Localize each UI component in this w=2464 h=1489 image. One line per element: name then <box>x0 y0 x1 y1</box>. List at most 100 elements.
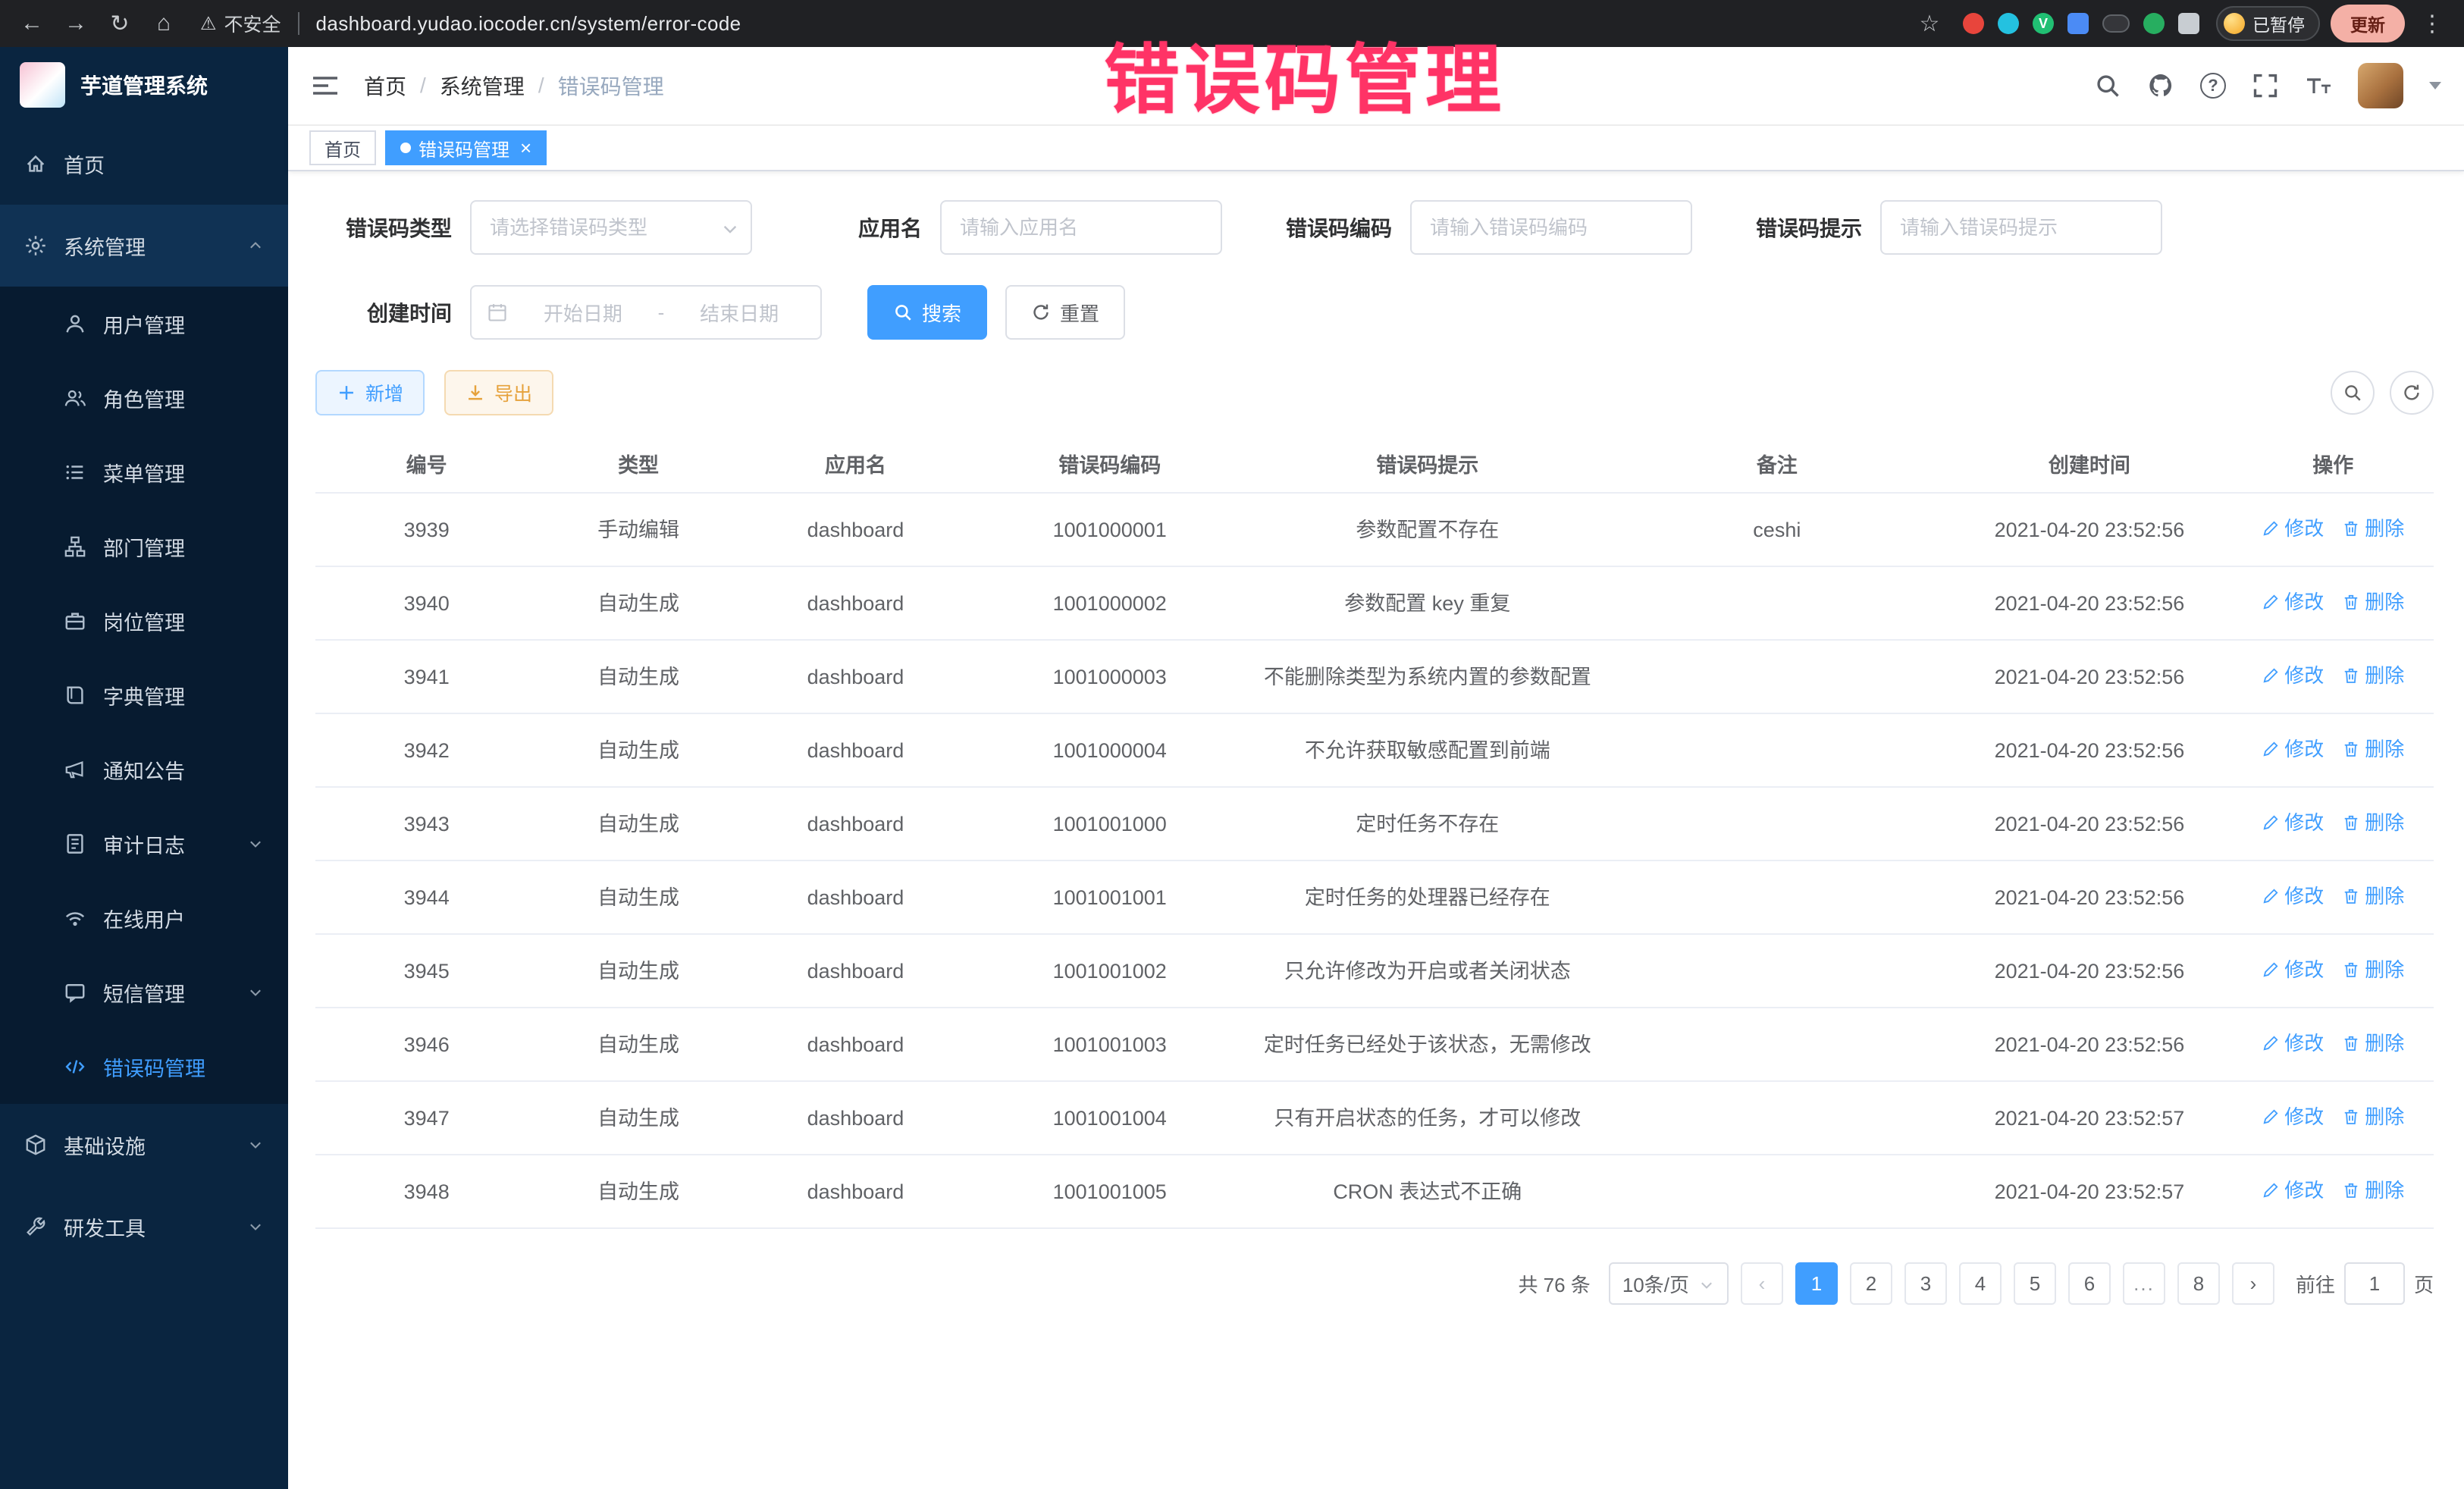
date-range-picker[interactable]: 开始日期 - 结束日期 <box>470 285 822 340</box>
delete-link[interactable]: 删除 <box>2342 660 2404 691</box>
sidebar-item-错误码管理[interactable]: 错误码管理 <box>0 1030 288 1104</box>
delete-link[interactable]: 删除 <box>2342 807 2404 838</box>
sidebar-item-角色管理[interactable]: 角色管理 <box>0 361 288 435</box>
page-button-4[interactable]: 4 <box>1959 1262 2002 1305</box>
reload-icon[interactable]: ↻ <box>103 7 136 40</box>
search-icon[interactable] <box>2094 72 2121 99</box>
github-icon[interactable] <box>2147 72 2174 99</box>
toggle-search-button[interactable] <box>2331 371 2375 415</box>
delete-link[interactable]: 删除 <box>2342 955 2404 985</box>
cell-actions: 修改删除 <box>2233 493 2434 566</box>
page-button-5[interactable]: 5 <box>2014 1262 2056 1305</box>
security-indicator[interactable]: ⚠ 不安全 <box>200 10 281 37</box>
page-button-2[interactable]: 2 <box>1850 1262 1892 1305</box>
delete-link[interactable]: 删除 <box>2342 1102 2404 1132</box>
sidebar-item-研发工具[interactable]: 研发工具 <box>0 1186 288 1268</box>
extension-icon-puzzle[interactable] <box>2178 13 2199 34</box>
extension-icon-green-v[interactable]: V <box>2033 13 2054 34</box>
search-button[interactable]: 搜索 <box>867 285 987 340</box>
close-icon[interactable]: × <box>520 138 531 158</box>
sidebar-item-字典管理[interactable]: 字典管理 <box>0 658 288 732</box>
sidebar-item-在线用户[interactable]: 在线用户 <box>0 881 288 955</box>
sidebar-item-审计日志[interactable]: 审计日志 <box>0 807 288 881</box>
extension-icon-leaf[interactable] <box>2143 13 2165 34</box>
bookmark-star-icon[interactable]: ☆ <box>1913 7 1946 40</box>
breadcrumb-home[interactable]: 首页 <box>364 71 406 101</box>
delete-link[interactable]: 删除 <box>2342 734 2404 764</box>
sidebar-item-首页[interactable]: 首页 <box>0 123 288 205</box>
error-hint-input[interactable] <box>1880 200 2162 255</box>
extension-icon-blue[interactable] <box>2067 13 2089 34</box>
url-text[interactable]: dashboard.yudao.iocoder.cn/system/error-… <box>316 12 741 36</box>
add-button[interactable]: 新增 <box>315 370 425 415</box>
edit-link[interactable]: 修改 <box>2262 955 2324 985</box>
sidebar-item-系统管理[interactable]: 系统管理 <box>0 205 288 287</box>
extension-icon-teal[interactable] <box>1998 13 2019 34</box>
reset-button[interactable]: 重置 <box>1005 285 1125 340</box>
app-name-input[interactable] <box>940 200 1222 255</box>
extension-icon-dark-badge[interactable] <box>2102 14 2130 33</box>
delete-link[interactable]: 删除 <box>2342 1028 2404 1058</box>
export-button[interactable]: 导出 <box>444 370 553 415</box>
goto-page-input[interactable] <box>2344 1262 2405 1305</box>
avatar-caret-icon[interactable] <box>2429 82 2441 89</box>
sidebar-item-用户管理[interactable]: 用户管理 <box>0 287 288 361</box>
next-page-button[interactable]: › <box>2232 1262 2274 1305</box>
column-header-类型: 类型 <box>538 435 738 493</box>
hamburger-icon[interactable] <box>311 74 340 98</box>
table-row: 3941自动生成dashboard1001000003不能删除类型为系统内置的参… <box>315 640 2434 713</box>
page-button-3[interactable]: 3 <box>1904 1262 1947 1305</box>
tab-error-code[interactable]: 错误码管理 × <box>385 130 547 165</box>
sidebar-item-基础设施[interactable]: 基础设施 <box>0 1104 288 1186</box>
delete-link-label: 删除 <box>2365 660 2404 691</box>
sidebar-item-部门管理[interactable]: 部门管理 <box>0 509 288 584</box>
fullscreen-icon[interactable] <box>2252 72 2279 99</box>
pager-ellipsis[interactable]: ... <box>2123 1262 2165 1305</box>
delete-link[interactable]: 删除 <box>2342 587 2404 617</box>
cell-code: 1001000004 <box>972 713 1247 787</box>
tab-home[interactable]: 首页 <box>309 130 376 165</box>
user-avatar[interactable] <box>2358 63 2403 108</box>
edit-icon <box>2262 1108 2280 1126</box>
export-button-label: 导出 <box>494 379 532 406</box>
profile-paused-badge[interactable]: 已暂停 <box>2216 6 2320 41</box>
message-icon <box>64 981 86 1004</box>
edit-link[interactable]: 修改 <box>2262 1175 2324 1205</box>
prev-page-button[interactable]: ‹ <box>1741 1262 1783 1305</box>
extension-icon-red[interactable] <box>1963 13 1984 34</box>
chrome-menu-icon[interactable]: ⋮ <box>2415 7 2449 40</box>
error-type-select[interactable] <box>470 200 752 255</box>
sidebar-logo[interactable]: 芋道管理系统 <box>0 47 288 123</box>
page-button-6[interactable]: 6 <box>2068 1262 2111 1305</box>
edit-link[interactable]: 修改 <box>2262 587 2324 617</box>
error-code-input[interactable] <box>1410 200 1692 255</box>
sidebar-item-菜单管理[interactable]: 菜单管理 <box>0 435 288 509</box>
back-icon[interactable]: ← <box>15 7 49 40</box>
edit-link[interactable]: 修改 <box>2262 734 2324 764</box>
sidebar-item-短信管理[interactable]: 短信管理 <box>0 955 288 1030</box>
page-button-1[interactable]: 1 <box>1795 1262 1838 1305</box>
edit-link[interactable]: 修改 <box>2262 881 2324 911</box>
chrome-update-button[interactable]: 更新 <box>2331 5 2405 42</box>
sidebar-item-label: 岗位管理 <box>103 607 185 636</box>
delete-link[interactable]: 删除 <box>2342 513 2404 544</box>
edit-link[interactable]: 修改 <box>2262 513 2324 544</box>
help-icon[interactable]: ? <box>2200 73 2226 99</box>
breadcrumb-system[interactable]: 系统管理 <box>440 71 525 101</box>
delete-link[interactable]: 删除 <box>2342 881 2404 911</box>
home-nav-icon[interactable]: ⌂ <box>147 7 180 40</box>
edit-link[interactable]: 修改 <box>2262 807 2324 838</box>
forward-icon[interactable]: → <box>59 7 92 40</box>
edit-link[interactable]: 修改 <box>2262 1102 2324 1132</box>
page-size-select[interactable]: 10条/页 <box>1609 1262 1729 1305</box>
refresh-table-button[interactable] <box>2390 371 2434 415</box>
sidebar-item-通知公告[interactable]: 通知公告 <box>0 732 288 807</box>
delete-link[interactable]: 删除 <box>2342 1175 2404 1205</box>
page-button-8[interactable]: 8 <box>2177 1262 2220 1305</box>
edit-link-label: 修改 <box>2284 587 2324 617</box>
edit-link[interactable]: 修改 <box>2262 660 2324 691</box>
edit-link[interactable]: 修改 <box>2262 1028 2324 1058</box>
menu-list-icon <box>64 461 86 484</box>
font-size-icon[interactable] <box>2305 72 2332 99</box>
sidebar-item-岗位管理[interactable]: 岗位管理 <box>0 584 288 658</box>
